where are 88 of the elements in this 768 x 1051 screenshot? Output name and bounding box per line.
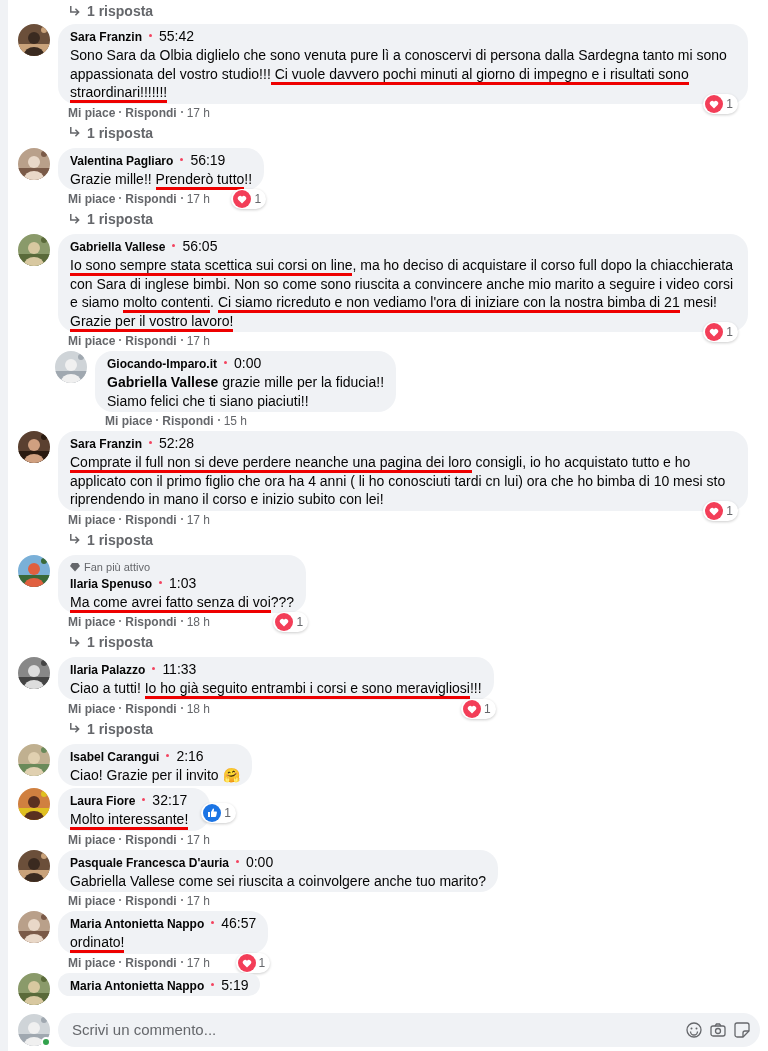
like-link[interactable]: Mi piace bbox=[68, 894, 116, 908]
sticker-icon[interactable] bbox=[734, 1022, 750, 1038]
like-link[interactable]: Mi piace bbox=[105, 414, 153, 428]
comment-text: Gabriella Vallese grazie mille per la fiducia!! Siamo felici che ti siano piaciuti!! bbox=[107, 373, 385, 410]
timestamp[interactable]: 55:42 bbox=[159, 28, 195, 44]
comment-age: 17 h bbox=[186, 192, 211, 206]
reply-arrow-icon bbox=[68, 722, 81, 735]
reaction-count[interactable]: 1 bbox=[703, 500, 738, 521]
timestamp[interactable]: 2:16 bbox=[176, 747, 204, 764]
like-link[interactable]: Mi piace bbox=[68, 512, 116, 527]
comment-text: Molto interessante! bbox=[70, 810, 199, 829]
view-replies-link[interactable]: 1 risposta bbox=[68, 633, 154, 651]
timestamp[interactable]: 32:17 bbox=[152, 792, 188, 808]
comment-age: 18 h bbox=[186, 701, 211, 716]
reply-arrow-icon bbox=[68, 126, 81, 139]
badge-text: Fan più attivo bbox=[84, 559, 151, 575]
view-replies-link[interactable]: 1 risposta bbox=[68, 719, 154, 738]
view-replies-link[interactable]: 1 risposta bbox=[68, 2, 154, 20]
reaction-count[interactable]: 1 bbox=[235, 952, 271, 973]
author-name[interactable]: Pasquale Francesca D'auria bbox=[70, 855, 229, 870]
like-link[interactable]: Mi piace bbox=[68, 192, 116, 206]
reply-arrow-icon bbox=[68, 635, 81, 649]
comment-text: Gabriella Vallese come sei riuscita a coinvolgere anche tuo marito? bbox=[70, 871, 487, 890]
comment-text: Ciao a tutti! Io ho già seguito entrambi i corsi e sono meravigliosi!!! bbox=[70, 679, 482, 698]
comment-age: 17 h bbox=[186, 105, 211, 120]
comment-text: Ma come avrei fatto senza di voi??? bbox=[70, 592, 295, 611]
comment-age: 18 h bbox=[186, 615, 211, 629]
reply-link[interactable]: Rispondi bbox=[125, 894, 177, 908]
view-replies-link[interactable]: 1 risposta bbox=[68, 123, 154, 142]
author-name[interactable]: Giocando-Imparo.it bbox=[107, 357, 217, 371]
reply-link[interactable]: Rispondi bbox=[162, 414, 214, 428]
reply-link[interactable]: Rispondi bbox=[125, 512, 177, 527]
timestamp[interactable]: 56:19 bbox=[190, 151, 226, 168]
reaction-count[interactable]: 1 bbox=[201, 802, 237, 823]
comment-age: 17 h bbox=[186, 955, 211, 970]
author-name[interactable]: Ilaria Spenuso bbox=[70, 576, 153, 591]
author-name[interactable]: Gabriella Vallese bbox=[70, 240, 166, 254]
like-link[interactable]: Mi piace bbox=[68, 701, 116, 716]
author-name[interactable]: Sara Franzin bbox=[70, 30, 143, 44]
like-link[interactable]: Mi piace bbox=[68, 615, 116, 629]
reply-link[interactable]: Rispondi bbox=[125, 832, 177, 847]
reply-link[interactable]: Rispondi bbox=[125, 334, 177, 348]
comment-age: 17 h bbox=[186, 512, 211, 527]
like-link[interactable]: Mi piace bbox=[68, 334, 116, 348]
thumbs-up-icon bbox=[203, 803, 222, 822]
reaction-count[interactable]: 1 bbox=[231, 189, 267, 209]
timestamp[interactable]: 46:57 bbox=[221, 915, 257, 931]
reply-arrow-icon bbox=[68, 4, 81, 18]
reply-link[interactable]: Rispondi bbox=[125, 105, 177, 120]
online-dot bbox=[41, 1037, 51, 1047]
author-name[interactable]: Isabel Carangui bbox=[70, 749, 160, 764]
timestamp[interactable]: 0:00 bbox=[234, 355, 262, 371]
reaction-count[interactable]: 1 bbox=[460, 698, 496, 719]
reply-arrow-icon bbox=[68, 212, 81, 226]
author-name[interactable]: Valentina Pagliaro bbox=[70, 153, 174, 168]
reply-link[interactable]: Rispondi bbox=[125, 955, 177, 970]
view-replies-link[interactable]: 1 risposta bbox=[68, 530, 154, 549]
timestamp[interactable]: 1:03 bbox=[169, 574, 197, 591]
author-name[interactable]: Laura Fiore bbox=[70, 794, 136, 808]
timestamp[interactable]: 52:28 bbox=[159, 435, 195, 451]
comment-text: ordinato! bbox=[70, 933, 257, 952]
like-link[interactable]: Mi piace bbox=[68, 955, 116, 970]
emoji-icon[interactable] bbox=[686, 1022, 702, 1038]
comment-age: 17 h bbox=[186, 334, 211, 348]
timestamp[interactable]: 11:33 bbox=[162, 661, 197, 677]
comment-text: Grazie mille!! Prenderò tutto!! bbox=[70, 169, 253, 188]
author-name[interactable]: Maria Antonietta Nappo bbox=[70, 917, 205, 931]
diamond-icon bbox=[70, 561, 80, 572]
comment-age: 17 h bbox=[186, 832, 211, 847]
timestamp[interactable]: 56:05 bbox=[182, 238, 218, 254]
reply-link[interactable]: Rispondi bbox=[125, 701, 177, 716]
reply-arrow-icon bbox=[68, 533, 81, 546]
comment-box[interactable]: Scrivi un commento... bbox=[58, 1013, 760, 1047]
comment-text: Ciao! Grazie per il invito 🤗 bbox=[70, 765, 240, 784]
comment-age: 17 h bbox=[186, 894, 211, 908]
author-name[interactable]: Maria Antonietta Nappo bbox=[70, 978, 205, 993]
like-link[interactable]: Mi piace bbox=[68, 105, 116, 120]
reply-link[interactable]: Rispondi bbox=[125, 615, 177, 629]
reply-link[interactable]: Rispondi bbox=[125, 192, 177, 206]
reaction-count[interactable]: 1 bbox=[273, 612, 309, 632]
timestamp[interactable]: 0:00 bbox=[245, 853, 274, 870]
view-replies-link[interactable]: 1 risposta bbox=[68, 210, 154, 228]
like-link[interactable]: Mi piace bbox=[68, 832, 116, 847]
comment-age: 15 h bbox=[223, 414, 248, 428]
camera-icon[interactable] bbox=[710, 1022, 726, 1038]
timestamp[interactable]: 5:19 bbox=[221, 976, 249, 993]
author-name[interactable]: Ilaria Palazzo bbox=[70, 663, 146, 677]
author-name[interactable]: Sara Franzin bbox=[70, 437, 143, 451]
